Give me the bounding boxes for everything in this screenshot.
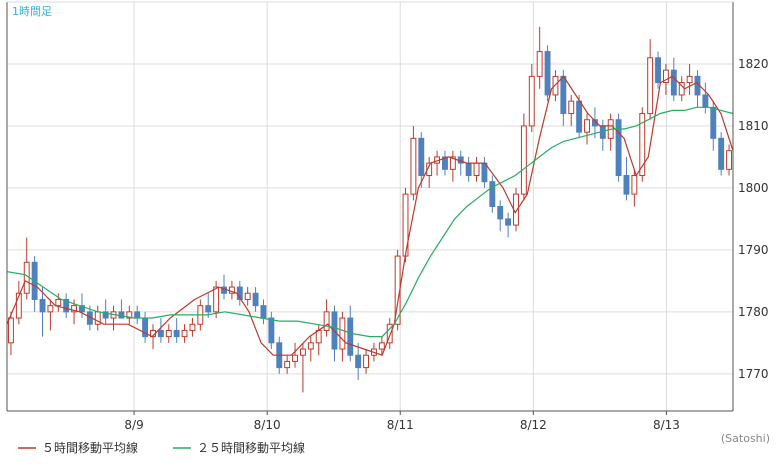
candle-up <box>520 125 527 195</box>
y-tick-label: 1780 <box>738 305 769 319</box>
candle-up <box>726 150 733 170</box>
candle-down <box>505 218 512 226</box>
candle-up <box>292 354 298 362</box>
candle-up <box>189 323 196 331</box>
candle-down <box>205 305 212 313</box>
candle-down <box>134 311 141 319</box>
candlestick-chart: 1770 1780 1790 1800 1810 1820 8/9 8/10 8/11 8/12 8… <box>0 0 784 462</box>
candle-up <box>410 137 417 195</box>
x-tick-label: 8/10 <box>254 418 281 432</box>
legend-ma5-label: ５時間移動平均線 <box>42 440 138 455</box>
candle-down <box>560 75 567 115</box>
candle-down <box>623 175 630 195</box>
candle-up <box>165 329 172 338</box>
candle-down <box>489 181 496 208</box>
candle-up <box>584 119 590 133</box>
candle-down <box>481 162 488 183</box>
legend-ma25-label: ２５時間移動平均線 <box>197 440 305 455</box>
candle-up <box>284 360 291 369</box>
candle-up <box>323 311 330 331</box>
candle-up <box>473 162 480 177</box>
credit-label: (Satoshi) <box>721 432 770 445</box>
candle-down <box>252 292 259 307</box>
candle-up <box>7 317 14 344</box>
candle-up <box>378 342 385 350</box>
candle-up <box>339 317 346 350</box>
candle-down <box>497 206 504 220</box>
y-tick-label: 1800 <box>738 181 769 195</box>
y-tick-label: 1770 <box>738 367 769 381</box>
x-tick-label: 8/11 <box>387 418 414 432</box>
candle-up <box>363 354 370 369</box>
y-tick-label: 1820 <box>738 57 769 71</box>
candle-down <box>157 329 164 338</box>
candle-down <box>418 137 425 177</box>
candle-down <box>670 69 677 96</box>
candle-up <box>213 286 220 313</box>
candle-down <box>615 119 622 177</box>
candle-up <box>536 51 543 77</box>
candle-up <box>23 261 30 294</box>
period-label: 1時間足 <box>12 5 52 18</box>
candle-up <box>244 292 251 300</box>
x-tick-label: 8/9 <box>124 418 143 432</box>
candle-down <box>173 329 180 338</box>
candle-up <box>315 329 322 344</box>
candle-up <box>568 100 575 115</box>
candle-down <box>702 94 709 108</box>
candle-down <box>355 354 362 369</box>
y-tick-label: 1790 <box>738 243 769 257</box>
candle-up <box>647 57 654 115</box>
chart: 1770 1780 1790 1800 1810 1820 8/9 8/10 8/11 8/12 8… <box>0 0 784 462</box>
candle-up <box>47 305 54 313</box>
candle-down <box>710 106 717 139</box>
candle-up <box>528 75 535 127</box>
candle-down <box>576 100 583 133</box>
x-tick-label: 8/13 <box>653 418 680 432</box>
candle-up <box>55 298 62 307</box>
candle-down <box>39 298 46 313</box>
candle-up <box>299 348 306 356</box>
candle-down <box>347 317 354 356</box>
candle-up <box>631 175 638 195</box>
candle-up <box>181 329 188 338</box>
candle-up <box>686 75 693 84</box>
candle-down <box>260 305 267 319</box>
x-tick-label: 8/12 <box>520 418 547 432</box>
candle-down <box>268 317 275 344</box>
candle-down <box>465 162 472 177</box>
candle-up <box>307 342 314 350</box>
candle-down <box>718 137 725 170</box>
candle-down <box>544 51 551 96</box>
candle-down <box>655 57 661 84</box>
y-tick-label: 1810 <box>738 119 769 133</box>
